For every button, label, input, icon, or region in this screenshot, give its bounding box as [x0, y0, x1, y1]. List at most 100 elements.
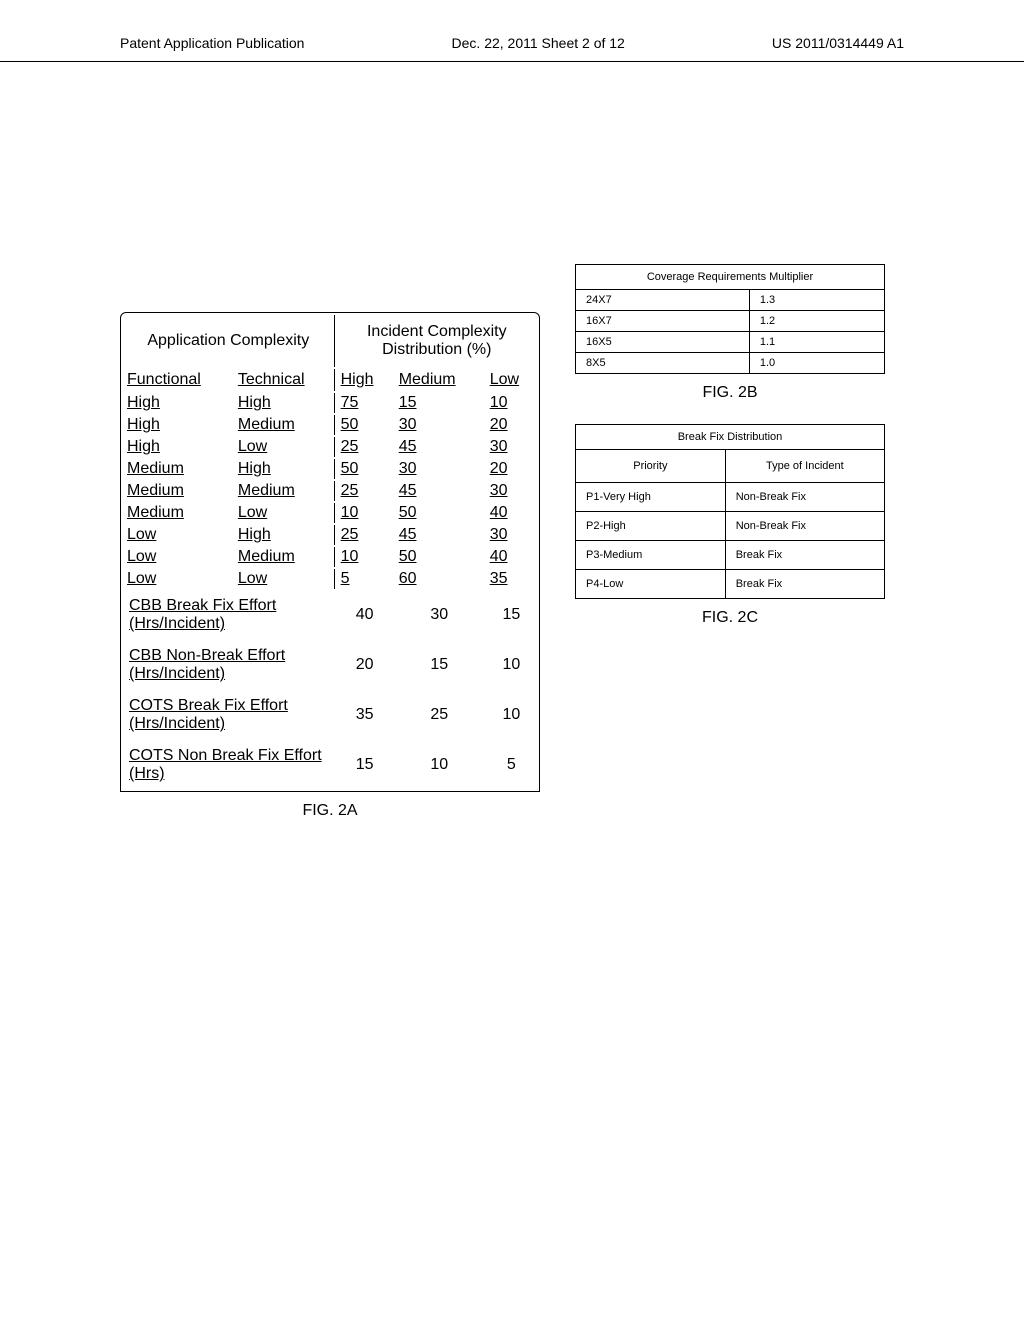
cell: Low — [123, 569, 232, 589]
table-application-complexity: Application Complexity Incident Complexi… — [120, 312, 540, 792]
cell: Medium — [234, 415, 335, 435]
cell: Medium — [123, 481, 232, 501]
cell: Non-Break Fix — [725, 483, 884, 512]
cell: 20 — [486, 415, 537, 435]
cell: 25 — [395, 691, 484, 739]
cell: 45 — [395, 525, 484, 545]
cell: 25 — [337, 481, 393, 501]
cell: Medium — [123, 503, 232, 523]
hdr-break-fix: Break Fix Distribution — [576, 425, 885, 450]
cell: 10 — [486, 691, 537, 739]
cell: High — [234, 525, 335, 545]
hdr-incident-complexity: Incident Complexity Distribution (%) — [337, 315, 537, 367]
cell: 15 — [337, 741, 393, 789]
cell: High — [123, 415, 232, 435]
cell: P4-Low — [576, 570, 726, 599]
cell: 1.0 — [749, 353, 884, 374]
cell: 10 — [486, 393, 537, 413]
cell: 10 — [395, 741, 484, 789]
cell: 35 — [337, 691, 393, 739]
cell: Break Fix — [725, 570, 884, 599]
subhdr-priority: Priority — [576, 450, 726, 483]
cell: 20 — [486, 459, 537, 479]
cell: 30 — [395, 591, 484, 639]
page-header: Patent Application Publication Dec. 22, … — [0, 0, 1024, 62]
subhdr-medium: Medium — [395, 369, 484, 391]
header-left: Patent Application Publication — [120, 35, 304, 51]
cell: 10 — [337, 503, 393, 523]
cell: 5 — [486, 741, 537, 789]
cell: 20 — [337, 641, 393, 689]
cell: 40 — [486, 547, 537, 567]
cell: P3-Medium — [576, 541, 726, 570]
cell: Non-Break Fix — [725, 512, 884, 541]
cell: Medium — [123, 459, 232, 479]
cell: 8X5 — [576, 353, 750, 374]
cell: 50 — [395, 503, 484, 523]
subhdr-technical: Technical — [234, 369, 335, 391]
hdr-application-complexity: Application Complexity — [123, 315, 335, 367]
cell: 30 — [486, 525, 537, 545]
cell: 15 — [395, 393, 484, 413]
caption-fig-2b: FIG. 2B — [575, 384, 885, 402]
cell: Low — [123, 525, 232, 545]
effort-label: COTS Break Fix Effort (Hrs/Incident) — [123, 691, 335, 739]
cell: 15 — [486, 591, 537, 639]
cell: High — [234, 459, 335, 479]
cell: 24X7 — [576, 290, 750, 311]
cell: Medium — [234, 547, 335, 567]
cell: High — [123, 393, 232, 413]
cell: Medium — [234, 481, 335, 501]
cell: 5 — [337, 569, 393, 589]
cell: 45 — [395, 481, 484, 501]
cell: 75 — [337, 393, 393, 413]
cell: 16X7 — [576, 311, 750, 332]
left-column: Application Complexity Incident Complexi… — [120, 312, 540, 820]
cell: 10 — [486, 641, 537, 689]
cell: 45 — [395, 437, 484, 457]
cell: 16X5 — [576, 332, 750, 353]
content-area: Application Complexity Incident Complexi… — [0, 312, 1024, 820]
cell: 50 — [337, 459, 393, 479]
effort-label: CBB Non-Break Effort (Hrs/Incident) — [123, 641, 335, 689]
cell: 40 — [337, 591, 393, 639]
hdr-coverage: Coverage Requirements Multiplier — [576, 265, 885, 290]
cell: Low — [234, 437, 335, 457]
cell: 1.3 — [749, 290, 884, 311]
cell: 40 — [486, 503, 537, 523]
cell: High — [123, 437, 232, 457]
cell: 30 — [486, 437, 537, 457]
subhdr-high: High — [337, 369, 393, 391]
caption-fig-2c: FIG. 2C — [575, 609, 885, 627]
cell: High — [234, 393, 335, 413]
cell: Low — [123, 547, 232, 567]
header-right: US 2011/0314449 A1 — [772, 35, 904, 51]
cell: 30 — [486, 481, 537, 501]
cell: Low — [234, 503, 335, 523]
cell: P1-Very High — [576, 483, 726, 512]
caption-fig-2a: FIG. 2A — [120, 802, 540, 820]
cell: 10 — [337, 547, 393, 567]
cell: P2-High — [576, 512, 726, 541]
cell: 30 — [395, 459, 484, 479]
cell: 35 — [486, 569, 537, 589]
subhdr-low: Low — [486, 369, 537, 391]
cell: 1.1 — [749, 332, 884, 353]
cell: 15 — [395, 641, 484, 689]
table-break-fix-distribution: Break Fix Distribution PriorityType of I… — [575, 424, 885, 599]
right-column: Coverage Requirements Multiplier 24X71.3… — [575, 312, 885, 627]
cell: 30 — [395, 415, 484, 435]
cell: 50 — [337, 415, 393, 435]
effort-label: COTS Non Break Fix Effort (Hrs) — [123, 741, 335, 789]
effort-label: CBB Break Fix Effort (Hrs/Incident) — [123, 591, 335, 639]
cell: Low — [234, 569, 335, 589]
cell: 60 — [395, 569, 484, 589]
subhdr-functional: Functional — [123, 369, 232, 391]
cell: 25 — [337, 437, 393, 457]
subhdr-type-incident: Type of Incident — [725, 450, 884, 483]
cell: 50 — [395, 547, 484, 567]
table-coverage-multiplier: Coverage Requirements Multiplier 24X71.3… — [575, 264, 885, 374]
header-center: Dec. 22, 2011 Sheet 2 of 12 — [452, 35, 625, 51]
cell: 1.2 — [749, 311, 884, 332]
cell: Break Fix — [725, 541, 884, 570]
